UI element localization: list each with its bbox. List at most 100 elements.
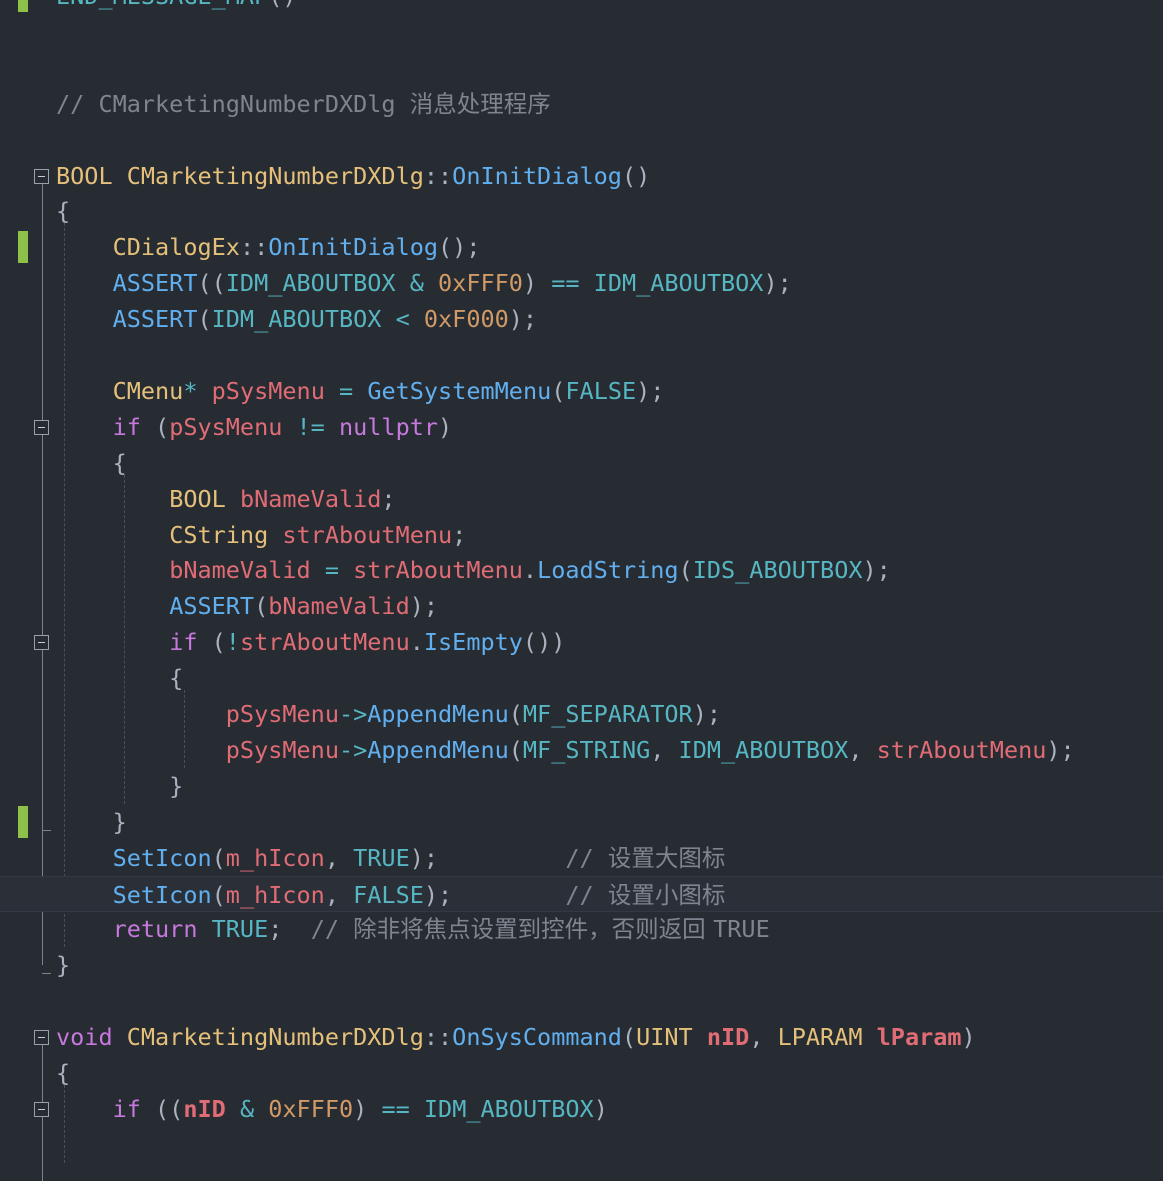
code-token: = [339,376,354,405]
code-token: TRUE [713,915,770,944]
code-token: , [324,843,354,872]
code-line[interactable]: } [0,947,1163,983]
code-line[interactable]: SetIcon(m_hIcon, FALSE); // 设置小图标 [0,875,1163,912]
code-line[interactable]: CDialogEx::OnInitDialog(); [0,229,1163,265]
code-line[interactable] [0,122,1163,158]
code-line[interactable]: ASSERT(IDM_ABOUTBOX < 0xF000); [0,301,1163,337]
code-token: ( [508,735,523,764]
code-token: ); [636,376,665,405]
code-token: () [268,0,296,10]
code-token: -> [338,735,368,764]
code-editor[interactable]: END_MESSAGE_MAP()// CMarketingNumberDXDl… [0,0,1163,1181]
code-line[interactable] [0,337,1163,373]
code-line[interactable]: { [0,660,1163,696]
code-line[interactable]: ASSERT((IDM_ABOUTBOX & 0xFFF0) == IDM_AB… [0,265,1163,301]
code-line[interactable]: { [0,445,1163,481]
code-line[interactable]: // CMarketingNumberDXDlg 消息处理程序 [0,86,1163,122]
code-token: pSysMenu [225,735,339,764]
code-token: < [395,305,410,334]
code-token: pSysMenu [225,700,339,728]
code-token: :: [423,1023,453,1052]
code-line[interactable]: CString strAboutMenu; [0,517,1163,553]
code-token: pSysMenu [211,376,325,405]
code-line[interactable]: SetIcon(m_hIcon, TRUE); // 设置大图标 [0,840,1163,876]
code-line-text: pSysMenu->AppendMenu(MF_STRING, IDM_ABOU… [56,732,1075,768]
code-line[interactable] [0,983,1163,1019]
code-token: ); [763,269,792,298]
code-line-text: ASSERT(IDM_ABOUTBOX < 0xF000); [56,301,537,337]
code-token: ); [692,700,721,728]
code-token: LPARAM [777,1023,877,1052]
code-token: GetSystemMenu [367,376,552,405]
code-line[interactable]: BOOL bNameValid; [0,481,1163,517]
code-line[interactable]: pSysMenu->AppendMenu(MF_SEPARATOR); [0,696,1163,732]
code-line-text: if (!strAboutMenu.IsEmpty()) [56,624,565,660]
code-line[interactable]: { [0,193,1163,229]
code-token: nullptr [338,412,439,441]
code-line[interactable]: bNameValid = strAboutMenu.LoadString(IDS… [0,552,1163,588]
code-line-text: { [56,1055,70,1091]
code-token: 消息处理程序 [409,89,551,118]
code-token: nID [706,1023,750,1052]
code-token: BOOL [169,484,240,513]
code-line[interactable]: return TRUE; // 除非将焦点设置到控件，否则返回 TRUE [0,911,1163,947]
code-token: OnSysCommand [452,1023,622,1052]
code-token: bNameValid [169,556,311,585]
code-line[interactable]: } [0,804,1163,840]
code-line[interactable]: ASSERT(bNameValid); [0,588,1163,624]
code-line[interactable] [0,14,1163,50]
code-token: strAboutMenu [353,556,523,585]
code-line[interactable]: if (!strAboutMenu.IsEmpty()) [0,624,1163,660]
code-token: 设置大图标 [607,843,726,872]
code-line[interactable] [0,50,1163,86]
code-line[interactable]: END_MESSAGE_MAP() [0,0,1163,14]
code-token: ); [409,592,439,621]
code-line[interactable]: pSysMenu->AppendMenu(MF_STRING, IDM_ABOU… [0,732,1163,768]
code-line[interactable]: void CMarketingNumberDXDlg::OnSysCommand… [0,1019,1163,1055]
code-token: UINT [636,1023,707,1052]
code-line[interactable]: CMenu* pSysMenu = GetSystemMenu(FALSE); [0,373,1163,409]
code-token: if [112,1094,141,1123]
code-token: TRUE [211,915,269,944]
code-line[interactable]: } [0,768,1163,804]
code-line-text: // CMarketingNumberDXDlg 消息处理程序 [56,86,551,122]
code-token: , [749,1023,778,1052]
code-token: ( [211,880,226,909]
code-token: { [56,1059,71,1087]
code-token: IDM_ABOUTBOX [211,305,382,334]
code-line[interactable]: if (pSysMenu != nullptr) [0,409,1163,445]
code-token: ( [678,556,693,585]
code-token: m_hIcon [225,843,325,872]
code-line-text: END_MESSAGE_MAP() [56,0,297,14]
code-token: nID [183,1094,226,1123]
code-token: bNameValid [239,484,382,513]
code-token: END_MESSAGE_MAP [56,0,268,10]
code-line[interactable]: if ((nID & 0xFFF0) == IDM_ABOUTBOX) [0,1091,1163,1127]
code-line[interactable]: { [0,1055,1163,1091]
code-line[interactable]: BOOL CMarketingNumberDXDlg::OnInitDialog… [0,158,1163,194]
code-token: ASSERT [169,592,255,621]
code-token: ); [1046,735,1075,764]
code-line-text: bNameValid = strAboutMenu.LoadString(IDS… [56,552,891,588]
code-token: , [848,735,877,764]
code-token: // CMarketingNumberDXDlg [56,89,410,118]
code-token: ) [438,412,453,441]
code-token: ! [225,628,240,657]
code-token: , [324,880,354,909]
code-token: strAboutMenu [282,520,453,549]
code-line-text: { [56,445,127,481]
